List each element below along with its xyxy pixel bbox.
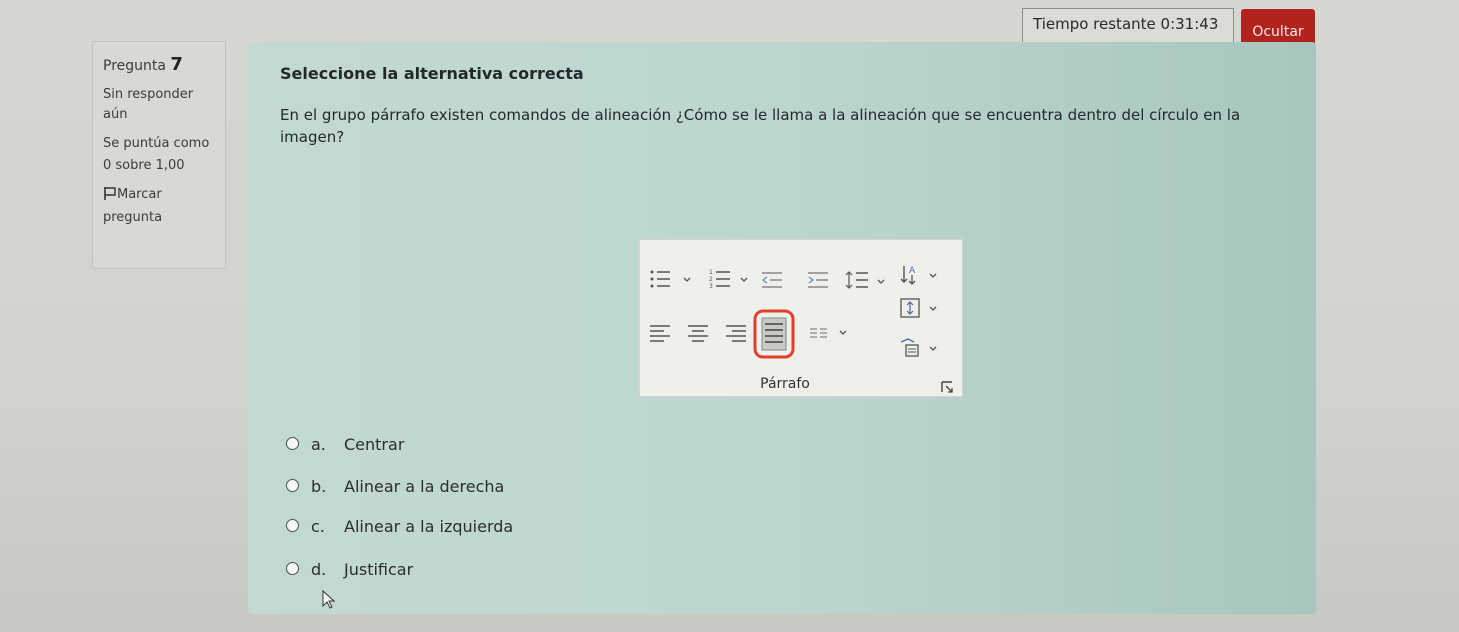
option-letter: a. [311, 435, 326, 454]
option-text: Alinear a la derecha [344, 477, 505, 496]
columns-icon [810, 328, 847, 338]
option-letter: c. [311, 517, 325, 536]
dialog-launcher-icon [941, 381, 953, 393]
mouse-cursor-icon [322, 590, 336, 609]
ribbon-group-label: Párrafo [760, 376, 810, 392]
align-center-icon [688, 325, 708, 342]
question-text: En el grupo párrafo existen comandos de … [280, 106, 1241, 146]
bullets-icon [650, 270, 691, 288]
paragraph-ribbon-image: 123 A Párrafo [639, 239, 963, 397]
svg-text:1: 1 [709, 269, 713, 276]
answer-status: Sin responder aún [103, 87, 194, 122]
option-d[interactable]: d. Justificar [286, 558, 586, 582]
question-title: Seleccione la alternativa correcta [280, 64, 584, 83]
question-info-panel: Pregunta 7 Sin responder aún Se puntúa c… [92, 41, 226, 269]
option-letter: d. [311, 560, 327, 579]
flag-question-link[interactable]: Marcar pregunta [103, 185, 215, 228]
option-a[interactable]: a. Centrar [286, 433, 586, 457]
option-text: Centrar [344, 435, 405, 454]
decrease-indent-icon [761, 272, 782, 288]
flag-icon [103, 186, 117, 208]
option-text: Alinear a la izquierda [344, 517, 514, 536]
option-letter: b. [311, 477, 327, 496]
question-number: Pregunta 7 [103, 54, 215, 75]
question-number-value: 7 [170, 54, 183, 75]
option-text: Justificar [344, 560, 414, 579]
radio-button[interactable] [286, 562, 299, 575]
timer-label: Tiempo restante [1033, 15, 1156, 33]
justify-icon [753, 309, 795, 359]
radio-button[interactable] [286, 519, 299, 532]
svg-text:3: 3 [709, 283, 713, 290]
question-label: Pregunta [103, 58, 166, 74]
spacing-icon [900, 298, 937, 318]
increase-indent-icon [808, 272, 828, 288]
option-c[interactable]: c. Alinear a la izquierda [286, 515, 586, 539]
svg-text:A: A [909, 266, 916, 276]
align-right-icon [726, 325, 746, 342]
timer-value: 0:31:43 [1160, 15, 1219, 33]
option-b[interactable]: b. Alinear a la derecha [286, 475, 586, 499]
svg-text:2: 2 [709, 276, 713, 283]
score-info: Se puntúa como 0 sobre 1,00 [103, 136, 210, 173]
shading-icon [900, 338, 937, 357]
radio-button[interactable] [286, 437, 299, 450]
sort-icon: A [900, 266, 937, 285]
radio-button[interactable] [286, 479, 299, 492]
numbering-icon: 123 [709, 269, 748, 290]
line-spacing-icon [845, 271, 885, 289]
align-left-icon [650, 325, 670, 342]
